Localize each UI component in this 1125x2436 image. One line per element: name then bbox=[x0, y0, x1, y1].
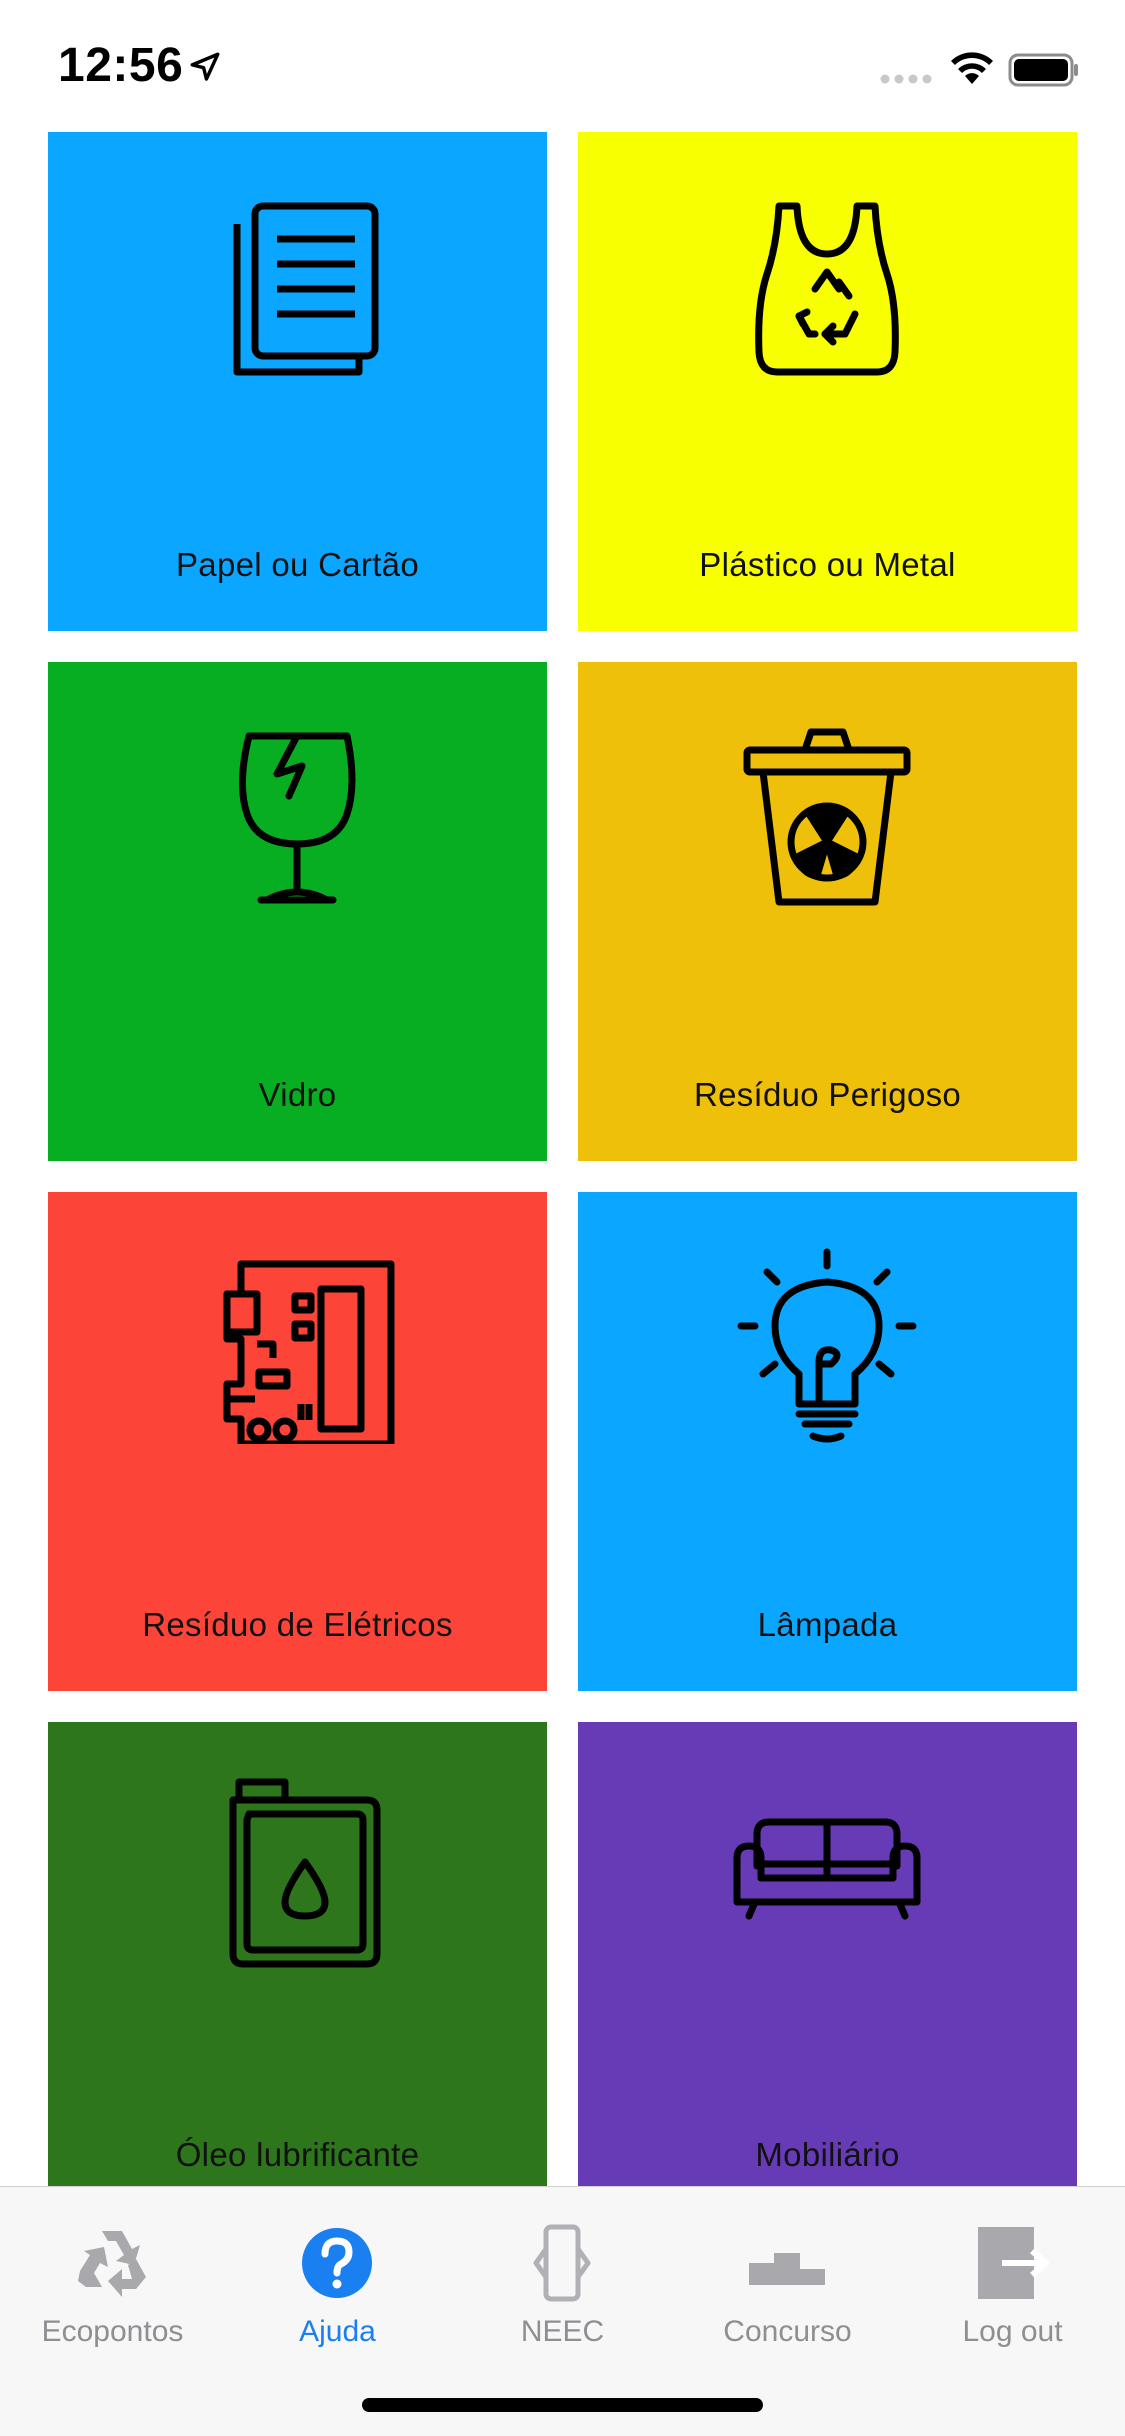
tab-ecopontos[interactable]: Ecopontos bbox=[0, 2205, 225, 2355]
tile-perigoso[interactable]: Resíduo Perigoso bbox=[578, 662, 1077, 1161]
status-bar: 12:56 bbox=[0, 0, 1125, 132]
signal-icon bbox=[880, 74, 932, 84]
broken-glass-icon bbox=[238, 732, 356, 904]
oil-can-icon bbox=[229, 1778, 381, 1968]
tab-label: NEEC bbox=[520, 2315, 605, 2348]
phone-icon bbox=[533, 2224, 591, 2302]
tile-papel[interactable]: Papel ou Cartão bbox=[48, 132, 547, 631]
tile-mobiliario[interactable]: Mobiliário bbox=[578, 1722, 1077, 2186]
podium-icon bbox=[749, 2253, 825, 2285]
tile-label: Plástico ou Metal bbox=[699, 546, 956, 583]
home-indicator[interactable] bbox=[362, 2398, 763, 2412]
tile-label: Papel ou Cartão bbox=[176, 546, 419, 583]
tile-lampada[interactable]: Lâmpada bbox=[578, 1192, 1077, 1691]
documents-icon bbox=[233, 202, 379, 376]
tile-label: Óleo lubrificante bbox=[175, 2136, 420, 2173]
hazard-bin-icon bbox=[743, 728, 911, 906]
light-bulb-icon bbox=[737, 1248, 917, 1443]
tab-ajuda[interactable]: Ajuda bbox=[225, 2205, 450, 2355]
status-time: 12:56 bbox=[58, 39, 184, 92]
wifi-icon bbox=[951, 52, 993, 84]
tab-label: Ecopontos bbox=[41, 2315, 184, 2348]
recycle-bag-icon bbox=[755, 202, 899, 376]
category-grid: Papel ou Cartão Plástico ou Metal Vidro … bbox=[0, 132, 1125, 2186]
battery-icon bbox=[1008, 53, 1078, 87]
tab-logout[interactable]: Log out bbox=[900, 2205, 1125, 2355]
tile-label: Lâmpada bbox=[757, 1606, 898, 1643]
tab-neec[interactable]: NEEC bbox=[450, 2205, 675, 2355]
sofa-icon bbox=[733, 1818, 921, 1920]
logout-icon bbox=[978, 2227, 1049, 2299]
tile-plastico[interactable]: Plástico ou Metal bbox=[578, 132, 1077, 631]
tab-label: Concurso bbox=[723, 2315, 852, 2348]
tile-label: Resíduo de Elétricos bbox=[142, 1606, 453, 1643]
tile-vidro[interactable]: Vidro bbox=[48, 662, 547, 1161]
recycle-icon bbox=[78, 2231, 146, 2297]
tile-oleo[interactable]: Óleo lubrificante bbox=[48, 1722, 547, 2186]
tab-label: Log out bbox=[962, 2315, 1063, 2348]
tile-label: Resíduo Perigoso bbox=[693, 1076, 962, 1113]
tile-eletricos[interactable]: Resíduo de Elétricos bbox=[48, 1192, 547, 1691]
tile-label: Vidro bbox=[258, 1076, 337, 1113]
screen: 12:56 Papel ou Cartão Plástico ou Metal … bbox=[0, 0, 1125, 2436]
location-arrow-icon bbox=[190, 52, 220, 81]
tab-concurso[interactable]: Concurso bbox=[675, 2205, 900, 2355]
circuit-board-icon bbox=[223, 1260, 395, 1444]
help-icon bbox=[302, 2228, 372, 2298]
tab-label: Ajuda bbox=[299, 2315, 376, 2348]
tile-label: Mobiliário bbox=[755, 2136, 900, 2173]
